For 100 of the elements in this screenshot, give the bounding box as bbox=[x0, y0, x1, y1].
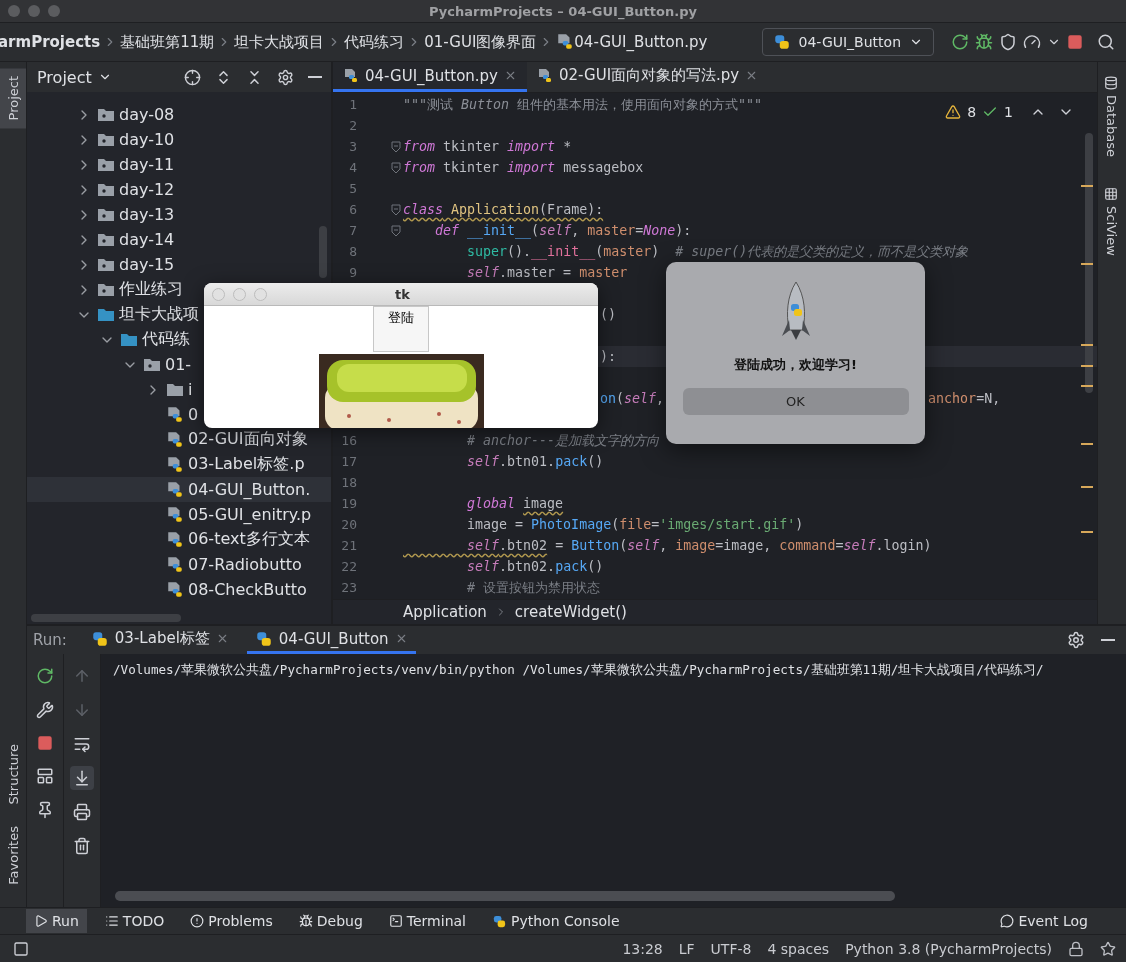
code-fragment: on(self, bbox=[600, 391, 665, 406]
python-file-icon bbox=[166, 430, 184, 449]
folder-icon bbox=[97, 256, 115, 273]
run-configuration-dropdown[interactable]: 04-GUI_Button bbox=[761, 28, 934, 56]
tree-item[interactable]: 03-Label标签.p bbox=[27, 452, 307, 477]
tool-window-tab[interactable]: Project bbox=[0, 68, 26, 129]
alert-icon bbox=[190, 914, 205, 928]
event-log-button[interactable]: Event Log bbox=[992, 909, 1096, 933]
breadcrumb-item[interactable]: createWidget() bbox=[514, 603, 627, 621]
login-button[interactable]: 登陆 bbox=[373, 306, 429, 352]
layout-icon bbox=[36, 767, 54, 785]
wrap-icon bbox=[73, 735, 91, 753]
line-number: 20 bbox=[340, 517, 357, 532]
breadcrumb-item[interactable]: 04-GUI_Button.py bbox=[574, 33, 708, 51]
breadcrumb-item[interactable]: 代码练习 bbox=[344, 32, 405, 52]
pin-icon bbox=[36, 801, 54, 819]
printer-icon bbox=[73, 803, 91, 821]
line-number: 2 bbox=[348, 118, 357, 133]
search-icon bbox=[1097, 33, 1115, 51]
tree-item[interactable]: day-15 bbox=[27, 252, 177, 277]
project-view-dropdown[interactable]: Project bbox=[37, 67, 112, 87]
folder-icon bbox=[143, 356, 161, 373]
tree-item[interactable]: day-14 bbox=[27, 227, 177, 252]
breadcrumb-item[interactable]: 01-GUI图像界面 bbox=[424, 32, 537, 52]
folder-icon bbox=[97, 306, 115, 323]
scrollbar-thumb[interactable] bbox=[31, 614, 181, 622]
editor-tab[interactable]: 04-GUI_Button.py bbox=[333, 62, 527, 92]
tool-window-tab[interactable]: Database bbox=[1098, 70, 1124, 164]
folder-icon bbox=[166, 381, 184, 398]
status-item[interactable]: 13:28 bbox=[622, 940, 663, 957]
tree-item[interactable]: 0 bbox=[27, 402, 201, 427]
scrollbar-thumb[interactable] bbox=[115, 891, 895, 901]
line-number: 7 bbox=[348, 223, 357, 238]
run-tab[interactable]: 04-GUI_Button bbox=[246, 626, 416, 654]
line-number: 1 bbox=[348, 97, 357, 112]
tree-item[interactable]: 作业练习 bbox=[27, 277, 185, 302]
python-icon bbox=[254, 629, 273, 648]
tree-item[interactable]: 07-Radiobutto bbox=[27, 552, 304, 577]
tree-item[interactable]: 01- bbox=[27, 352, 194, 377]
down-arrow-icon bbox=[73, 701, 91, 719]
tree-item[interactable]: 坦卡大战项 bbox=[27, 302, 201, 327]
ok-button[interactable]: OK bbox=[682, 388, 909, 415]
tree-item[interactable]: 代码练 bbox=[27, 327, 192, 352]
tool-window-tab[interactable]: Favorites bbox=[0, 818, 26, 893]
breadcrumb-item[interactable]: 坦卡大战项目 bbox=[234, 32, 325, 52]
tree-item[interactable]: 02-GUI面向对象 bbox=[27, 427, 310, 452]
tree-item[interactable]: day-10 bbox=[27, 127, 177, 152]
tree-item[interactable]: day-11 bbox=[27, 152, 177, 177]
gauge-icon bbox=[1023, 33, 1041, 51]
folder-icon bbox=[97, 281, 115, 298]
chat-bubble-icon bbox=[1000, 914, 1015, 928]
trash-icon bbox=[73, 837, 91, 855]
status-item[interactable]: LF bbox=[678, 940, 695, 957]
tool-window-button[interactable]: Debug bbox=[290, 909, 371, 933]
tool-window-tab[interactable]: Structure bbox=[0, 735, 26, 813]
tool-window-button[interactable]: Python Console bbox=[484, 909, 628, 933]
refresh-icon bbox=[36, 667, 54, 685]
settings-icon bbox=[277, 68, 294, 86]
scrollbar-thumb[interactable] bbox=[319, 226, 327, 278]
run-tab[interactable]: 03-Label标签 bbox=[82, 626, 237, 654]
scroll-to-end-button[interactable] bbox=[70, 766, 94, 790]
run-panel-title: Run: bbox=[33, 631, 67, 649]
code-line: self.btn02 = Button(self, image=image, command=self.login) bbox=[466, 538, 932, 553]
line-number: 6 bbox=[348, 202, 357, 217]
tree-item[interactable]: 04-GUI_Button. bbox=[27, 477, 331, 502]
line-number: 5 bbox=[348, 181, 357, 196]
python-file-icon bbox=[166, 555, 184, 574]
tree-item[interactable]: day-08 bbox=[27, 102, 177, 127]
tool-window-button[interactable]: Problems bbox=[182, 909, 281, 933]
tree-item[interactable]: i bbox=[27, 377, 195, 402]
tool-window-button[interactable]: Terminal bbox=[380, 909, 474, 933]
editor-tab[interactable]: 02-GUI面向对象的写法.py bbox=[527, 62, 769, 92]
tree-item[interactable]: day-13 bbox=[27, 202, 177, 227]
breadcrumb-item[interactable]: 基础班第11期 bbox=[120, 32, 215, 52]
line-number: 3 bbox=[348, 139, 357, 154]
tree-item[interactable]: 08-CheckButto bbox=[27, 577, 309, 602]
status-item[interactable]: Python 3.8 (PycharmProjects) bbox=[845, 940, 1052, 957]
window-title: tk bbox=[394, 286, 411, 302]
tool-window-tab[interactable]: SciView bbox=[1098, 181, 1124, 262]
code-line: class Application(Frame): bbox=[403, 202, 604, 217]
line-number: 19 bbox=[340, 496, 357, 511]
tree-item[interactable]: 06-text多行文本 bbox=[27, 527, 312, 552]
folder-icon bbox=[97, 231, 115, 248]
tool-window-button[interactable]: TODO bbox=[96, 909, 173, 933]
breadcrumb-item[interactable]: Application bbox=[403, 603, 487, 621]
status-item[interactable]: UTF-8 bbox=[710, 940, 752, 957]
python-file-icon bbox=[537, 67, 553, 84]
terminal-icon bbox=[388, 914, 403, 928]
code-line: from tkinter import * bbox=[403, 139, 572, 154]
ok-count: 1 bbox=[1004, 104, 1013, 120]
tree-item[interactable]: day-12 bbox=[27, 177, 177, 202]
tree-item[interactable]: 05-GUI_enitry.p bbox=[27, 502, 314, 527]
scroll-to-end-icon bbox=[73, 769, 91, 787]
line-number: 8 bbox=[348, 244, 357, 259]
status-item[interactable]: 4 spaces bbox=[767, 940, 830, 957]
minimize-button[interactable] bbox=[305, 73, 325, 81]
line-number: 23 bbox=[340, 580, 357, 595]
minimize-button[interactable] bbox=[1098, 636, 1118, 644]
tool-window-button[interactable]: Run bbox=[26, 909, 87, 933]
scrollbar-thumb[interactable] bbox=[1085, 133, 1093, 393]
